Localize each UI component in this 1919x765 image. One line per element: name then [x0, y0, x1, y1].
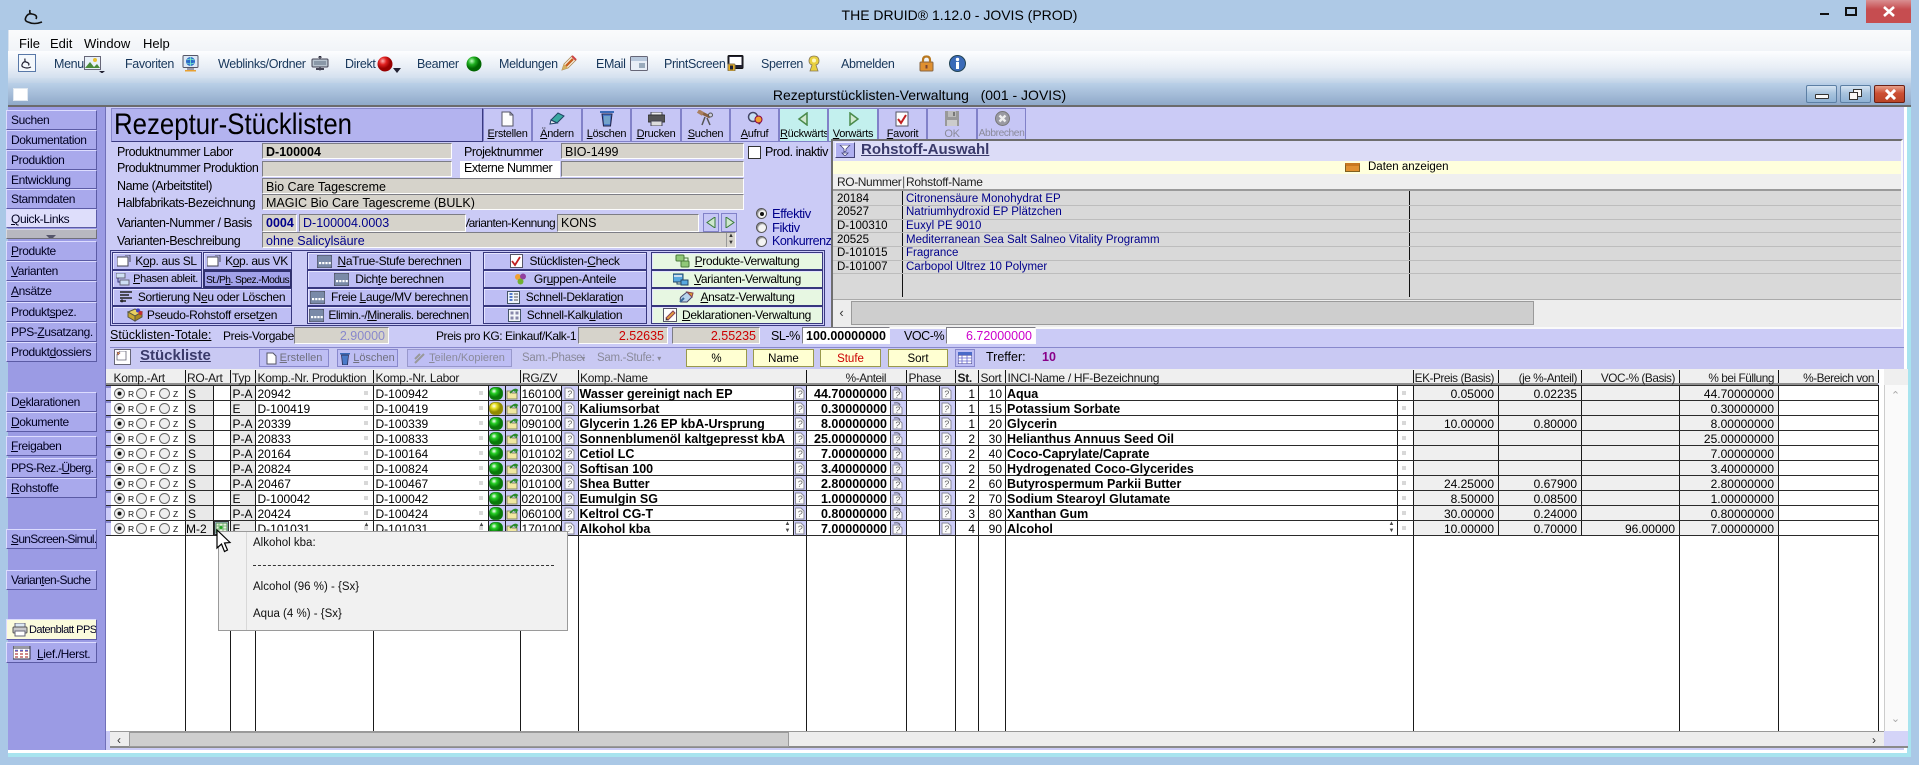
svg-text:F: F — [150, 479, 155, 489]
svg-text:?: ? — [567, 509, 572, 519]
svg-text:R: R — [128, 509, 134, 519]
svg-text:Z: Z — [173, 404, 178, 414]
svg-text:R: R — [128, 524, 134, 534]
svg-text:?: ? — [798, 509, 803, 519]
svg-text:?: ? — [798, 389, 803, 399]
svg-text:Z: Z — [173, 494, 178, 504]
svg-text:?: ? — [895, 420, 900, 430]
svg-text:?: ? — [798, 494, 803, 504]
svg-text:?: ? — [567, 389, 572, 399]
svg-text:?: ? — [895, 510, 900, 520]
svg-text:F: F — [150, 434, 155, 444]
svg-text:?: ? — [798, 464, 803, 474]
svg-text:F: F — [150, 449, 155, 459]
svg-text:R: R — [128, 389, 134, 399]
svg-text:?: ? — [798, 524, 803, 534]
svg-text:Z: Z — [173, 479, 178, 489]
svg-text:?: ? — [567, 404, 572, 414]
svg-text:?: ? — [895, 465, 900, 475]
svg-text:Z: Z — [173, 449, 178, 459]
svg-text:R: R — [128, 419, 134, 429]
svg-text:?: ? — [798, 449, 803, 459]
svg-text:Z: Z — [173, 419, 178, 429]
svg-text:?: ? — [798, 434, 803, 444]
svg-text:Z: Z — [173, 389, 178, 399]
svg-text:F: F — [150, 524, 155, 534]
svg-text:?: ? — [567, 464, 572, 474]
svg-text:?: ? — [798, 419, 803, 429]
svg-text:F: F — [150, 404, 155, 414]
svg-text:F: F — [150, 464, 155, 474]
svg-text:?: ? — [798, 404, 803, 414]
svg-text:Z: Z — [173, 464, 178, 474]
svg-text:?: ? — [895, 390, 900, 400]
svg-text:?: ? — [895, 525, 900, 535]
svg-text:R: R — [128, 479, 134, 489]
svg-text:?: ? — [895, 435, 900, 445]
svg-text:Z: Z — [173, 509, 178, 519]
svg-text:R: R — [128, 434, 134, 444]
svg-text:F: F — [150, 509, 155, 519]
svg-text:?: ? — [567, 494, 572, 504]
svg-text:?: ? — [895, 450, 900, 460]
svg-text:?: ? — [895, 480, 900, 490]
svg-text:?: ? — [567, 419, 572, 429]
svg-text:Z: Z — [173, 524, 178, 534]
svg-text:?: ? — [895, 405, 900, 415]
svg-text:?: ? — [798, 479, 803, 489]
svg-text:?: ? — [567, 479, 572, 489]
svg-text:R: R — [128, 494, 134, 504]
svg-text:Z: Z — [173, 434, 178, 444]
svg-text:R: R — [128, 449, 134, 459]
svg-text:R: R — [128, 404, 134, 414]
svg-text:?: ? — [895, 495, 900, 505]
svg-text:F: F — [150, 389, 155, 399]
svg-text:?: ? — [567, 449, 572, 459]
svg-text:R: R — [128, 464, 134, 474]
svg-text:F: F — [150, 494, 155, 504]
svg-text:?: ? — [567, 434, 572, 444]
svg-text:F: F — [150, 419, 155, 429]
